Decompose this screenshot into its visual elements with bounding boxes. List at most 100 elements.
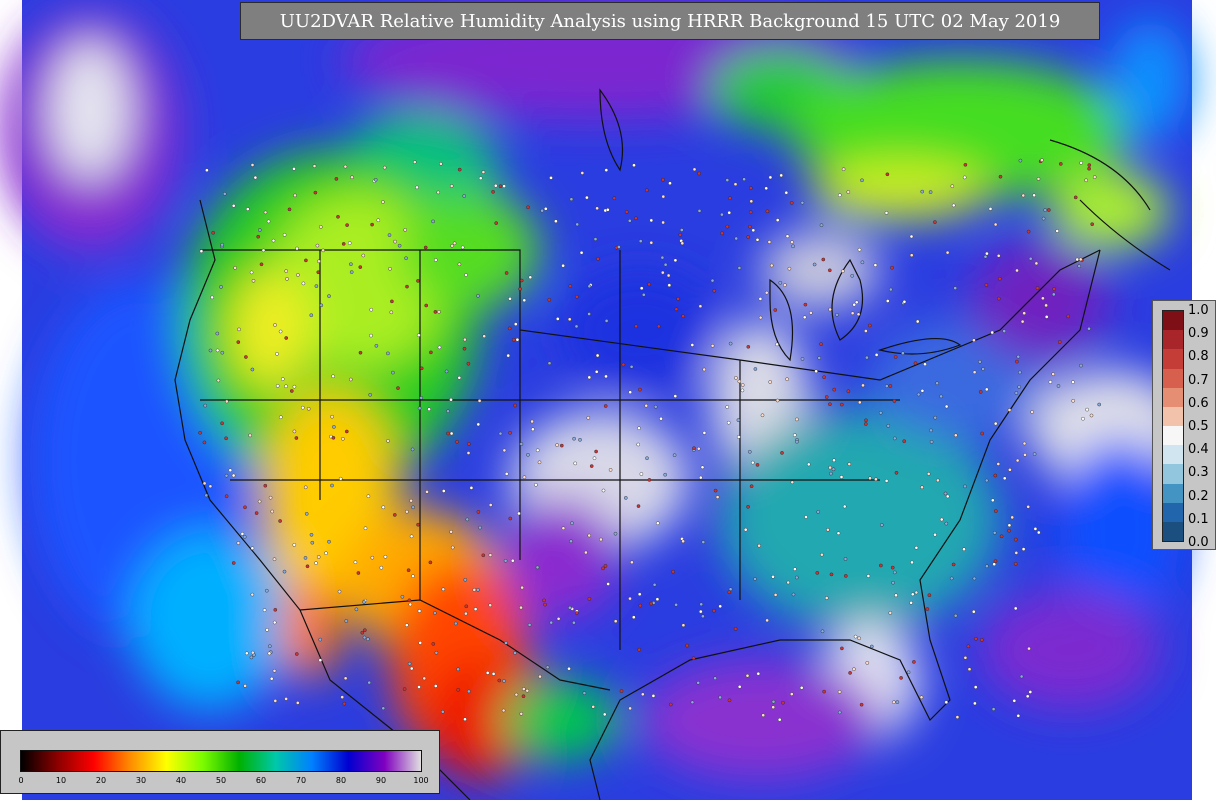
station-dot: [250, 592, 255, 597]
station-dot: [383, 555, 388, 559]
station-dot: [324, 551, 328, 556]
station-dot: [408, 602, 413, 607]
station-dot: [967, 667, 972, 672]
station-dot: [1071, 380, 1075, 384]
legend-right-swatch: [1163, 521, 1183, 542]
station-dot: [456, 688, 461, 692]
station-dot: [437, 345, 442, 350]
legend-bottom-tick: 60: [255, 776, 267, 785]
station-dot: [243, 684, 247, 688]
station-dot: [645, 456, 649, 461]
station-dot: [632, 163, 636, 167]
station-dot: [284, 336, 289, 340]
station-dot: [1066, 314, 1070, 319]
station-dot: [390, 299, 394, 304]
station-dot: [728, 196, 732, 200]
station-dot: [1034, 261, 1039, 266]
station-dot: [575, 294, 579, 299]
legend-right-tick: 0.6: [1188, 395, 1209, 411]
station-dot: [1041, 296, 1045, 301]
station-dot: [215, 348, 220, 353]
station-dot: [280, 377, 285, 381]
legend-right-swatch: [1163, 330, 1183, 350]
station-dot: [572, 436, 576, 441]
station-dot: [817, 356, 822, 360]
station-dot: [540, 208, 544, 213]
station-dot: [603, 404, 608, 408]
station-dot: [727, 698, 732, 703]
station-dot: [466, 361, 471, 366]
station-dot: [595, 206, 599, 211]
station-dot: [985, 564, 989, 569]
station-dot: [587, 533, 592, 538]
station-dot: [354, 607, 359, 612]
station-dot: [476, 294, 480, 298]
station-dot: [467, 689, 471, 694]
station-dot: [820, 552, 824, 557]
station-dot: [262, 608, 267, 612]
station-dot: [870, 644, 874, 649]
station-dot: [624, 496, 628, 500]
station-dot: [545, 665, 550, 670]
legend-right-tick: 0.8: [1188, 349, 1209, 365]
station-dot: [370, 555, 375, 560]
station-dot: [463, 337, 467, 342]
station-dot: [637, 426, 641, 431]
station-dot: [249, 655, 254, 660]
legend-right-tick: 0.4: [1188, 442, 1209, 458]
station-dot: [415, 185, 419, 190]
station-dot: [1059, 162, 1063, 166]
station-dot: [535, 565, 540, 570]
station-dot: [991, 498, 995, 503]
station-dot: [667, 283, 672, 288]
station-dot: [519, 605, 523, 610]
station-dot: [866, 574, 871, 578]
station-dot: [672, 453, 677, 458]
station-dot: [910, 592, 915, 597]
station-dot: [928, 190, 933, 194]
station-dot: [1007, 408, 1012, 412]
station-dot: [661, 177, 665, 182]
station-dot: [873, 263, 878, 267]
station-dot: [859, 702, 864, 707]
station-dot: [293, 193, 297, 198]
station-dot: [630, 560, 634, 565]
station-dot: [549, 620, 554, 625]
station-dot: [751, 228, 756, 233]
station-dot: [1052, 292, 1056, 297]
station-dot: [347, 241, 352, 245]
station-dot: [761, 713, 766, 718]
station-dot: [382, 165, 387, 170]
station-dot: [840, 402, 844, 407]
station-dot: [1077, 264, 1081, 268]
station-dot: [920, 388, 925, 393]
station-dot: [639, 286, 644, 291]
station-dot: [1017, 385, 1021, 389]
station-dot: [369, 333, 373, 338]
station-dot: [431, 642, 436, 646]
station-dot: [726, 420, 731, 425]
station-dot: [764, 186, 769, 191]
station-dot: [522, 687, 526, 691]
station-dot: [314, 284, 319, 288]
station-dot: [574, 324, 579, 329]
station-dot: [338, 476, 343, 481]
station-dot: [690, 343, 695, 347]
station-dot: [370, 222, 374, 227]
station-dot: [386, 439, 390, 443]
station-dot: [701, 614, 705, 619]
station-dot: [771, 575, 775, 579]
station-dot: [628, 390, 633, 395]
station-dot: [603, 564, 608, 568]
station-dot: [628, 596, 632, 601]
station-dot: [685, 643, 689, 648]
station-dot: [784, 190, 789, 195]
station-dot: [803, 302, 808, 307]
station-dot: [674, 307, 679, 312]
station-dot: [613, 531, 618, 536]
station-dot: [457, 167, 462, 172]
legend-right-swatch: [1163, 464, 1183, 484]
station-dot: [725, 178, 730, 182]
station-dot: [728, 587, 733, 592]
station-dot: [951, 203, 956, 208]
